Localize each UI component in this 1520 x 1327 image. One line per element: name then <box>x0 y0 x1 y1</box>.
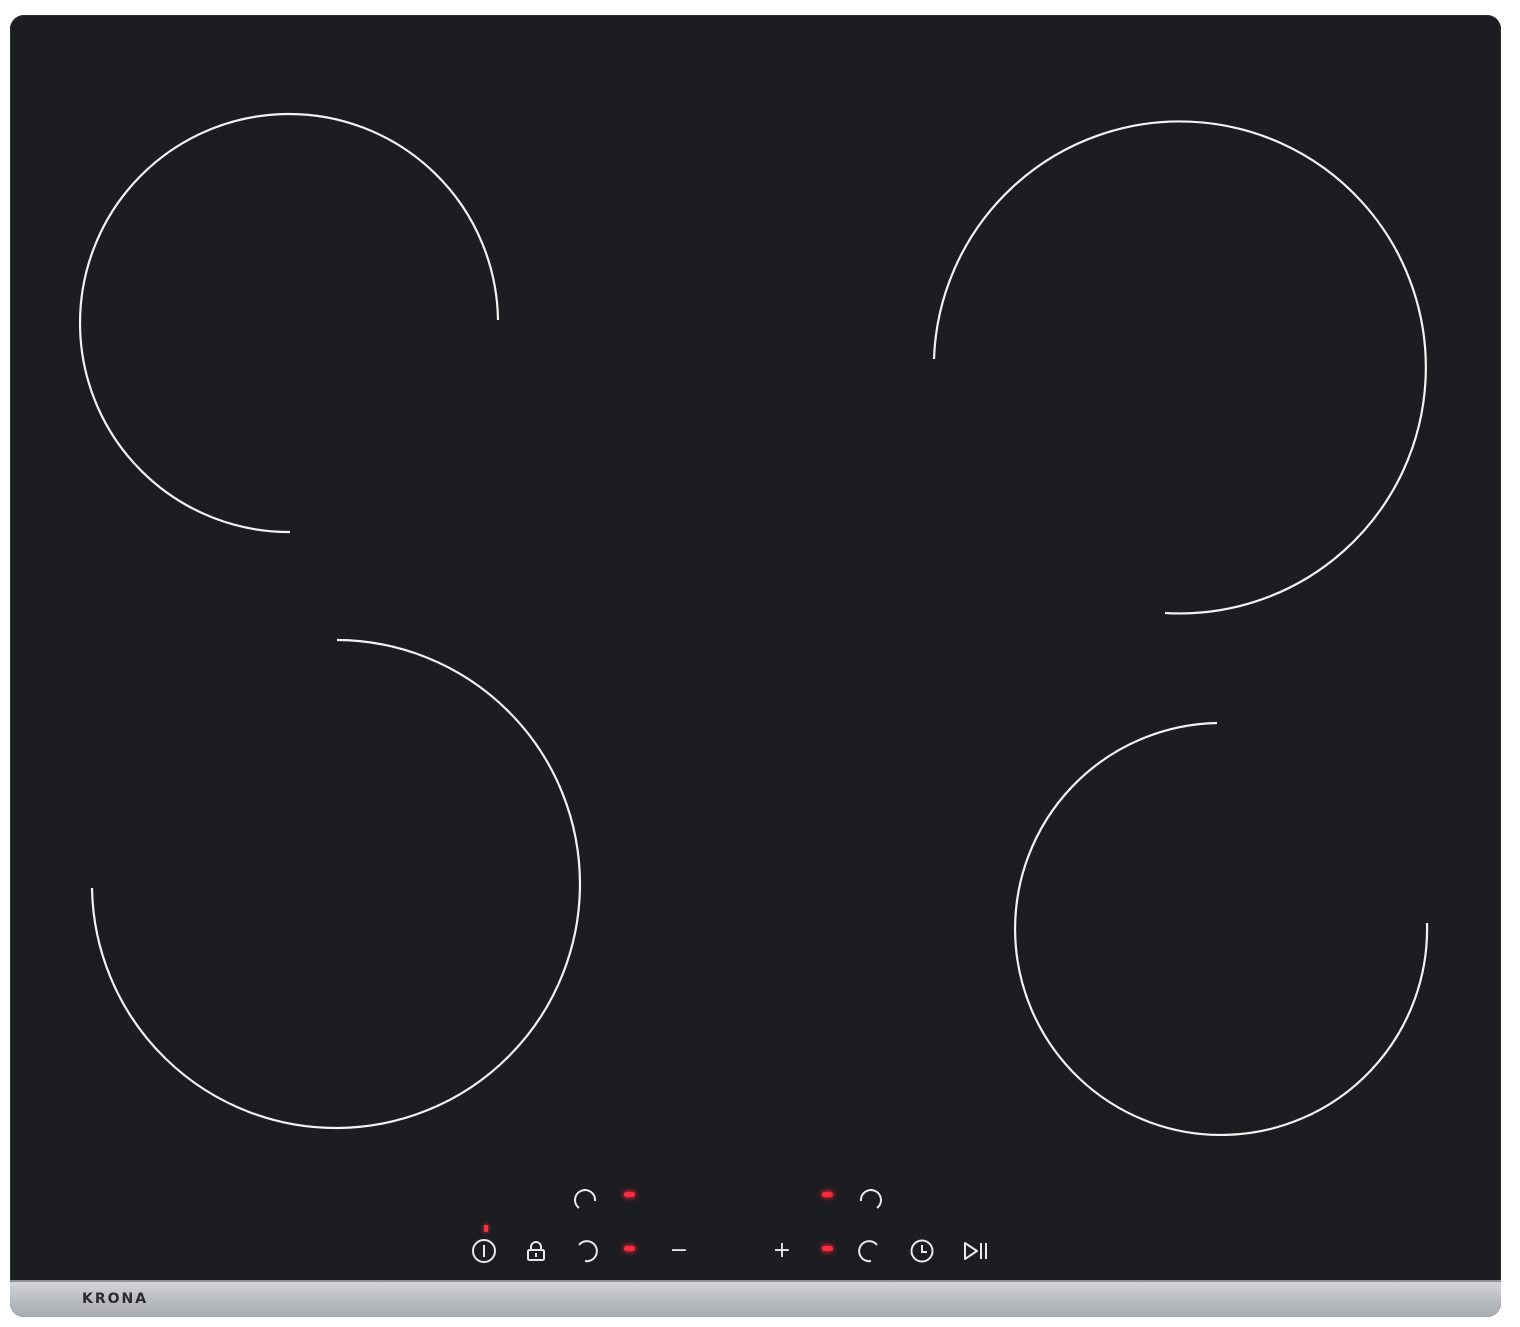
zone-selector-icon <box>859 1189 882 1209</box>
zone-selector-front-right-button[interactable] <box>855 1237 883 1265</box>
zone-selector-front-left-button[interactable] <box>573 1237 601 1265</box>
play-pause-icon <box>964 1242 987 1260</box>
cooktop-glass-surface: − + KRONA <box>10 15 1501 1317</box>
minus-button[interactable]: − <box>666 1238 692 1264</box>
cooking-zones <box>78 112 1429 1137</box>
cooking-zone-top-right <box>932 120 1427 615</box>
rear-right-level-indicator <box>822 1192 833 1197</box>
timer-icon <box>910 1239 934 1263</box>
cooking-zone-bottom-right <box>1013 721 1429 1137</box>
zone-selector-icon <box>578 1240 598 1263</box>
plus-label: + <box>772 1238 792 1263</box>
zone-selector-icon <box>574 1189 597 1209</box>
rear-left-level-indicator <box>624 1192 635 1197</box>
cooking-zone-top-left <box>78 112 500 534</box>
timer-button[interactable] <box>908 1237 936 1265</box>
brand-logo: KRONA <box>82 1291 149 1307</box>
pause-button[interactable] <box>961 1238 991 1264</box>
front-right-level-indicator <box>822 1246 833 1251</box>
zone-selector-rear-right-button[interactable] <box>855 1188 883 1216</box>
plus-button[interactable]: + <box>769 1238 795 1264</box>
cooking-zone-bottom-left <box>90 638 582 1130</box>
minus-label: − <box>669 1238 689 1263</box>
power-button[interactable] <box>470 1237 498 1265</box>
power-indicator-led <box>484 1225 488 1232</box>
child-lock-button[interactable] <box>523 1238 549 1264</box>
zone-selector-rear-left-button[interactable] <box>573 1188 601 1216</box>
front-trim-strip: KRONA <box>10 1280 1501 1317</box>
front-left-level-indicator <box>624 1246 635 1251</box>
lock-icon <box>527 1241 545 1261</box>
zone-selector-icon <box>858 1240 878 1263</box>
power-icon <box>472 1239 496 1263</box>
